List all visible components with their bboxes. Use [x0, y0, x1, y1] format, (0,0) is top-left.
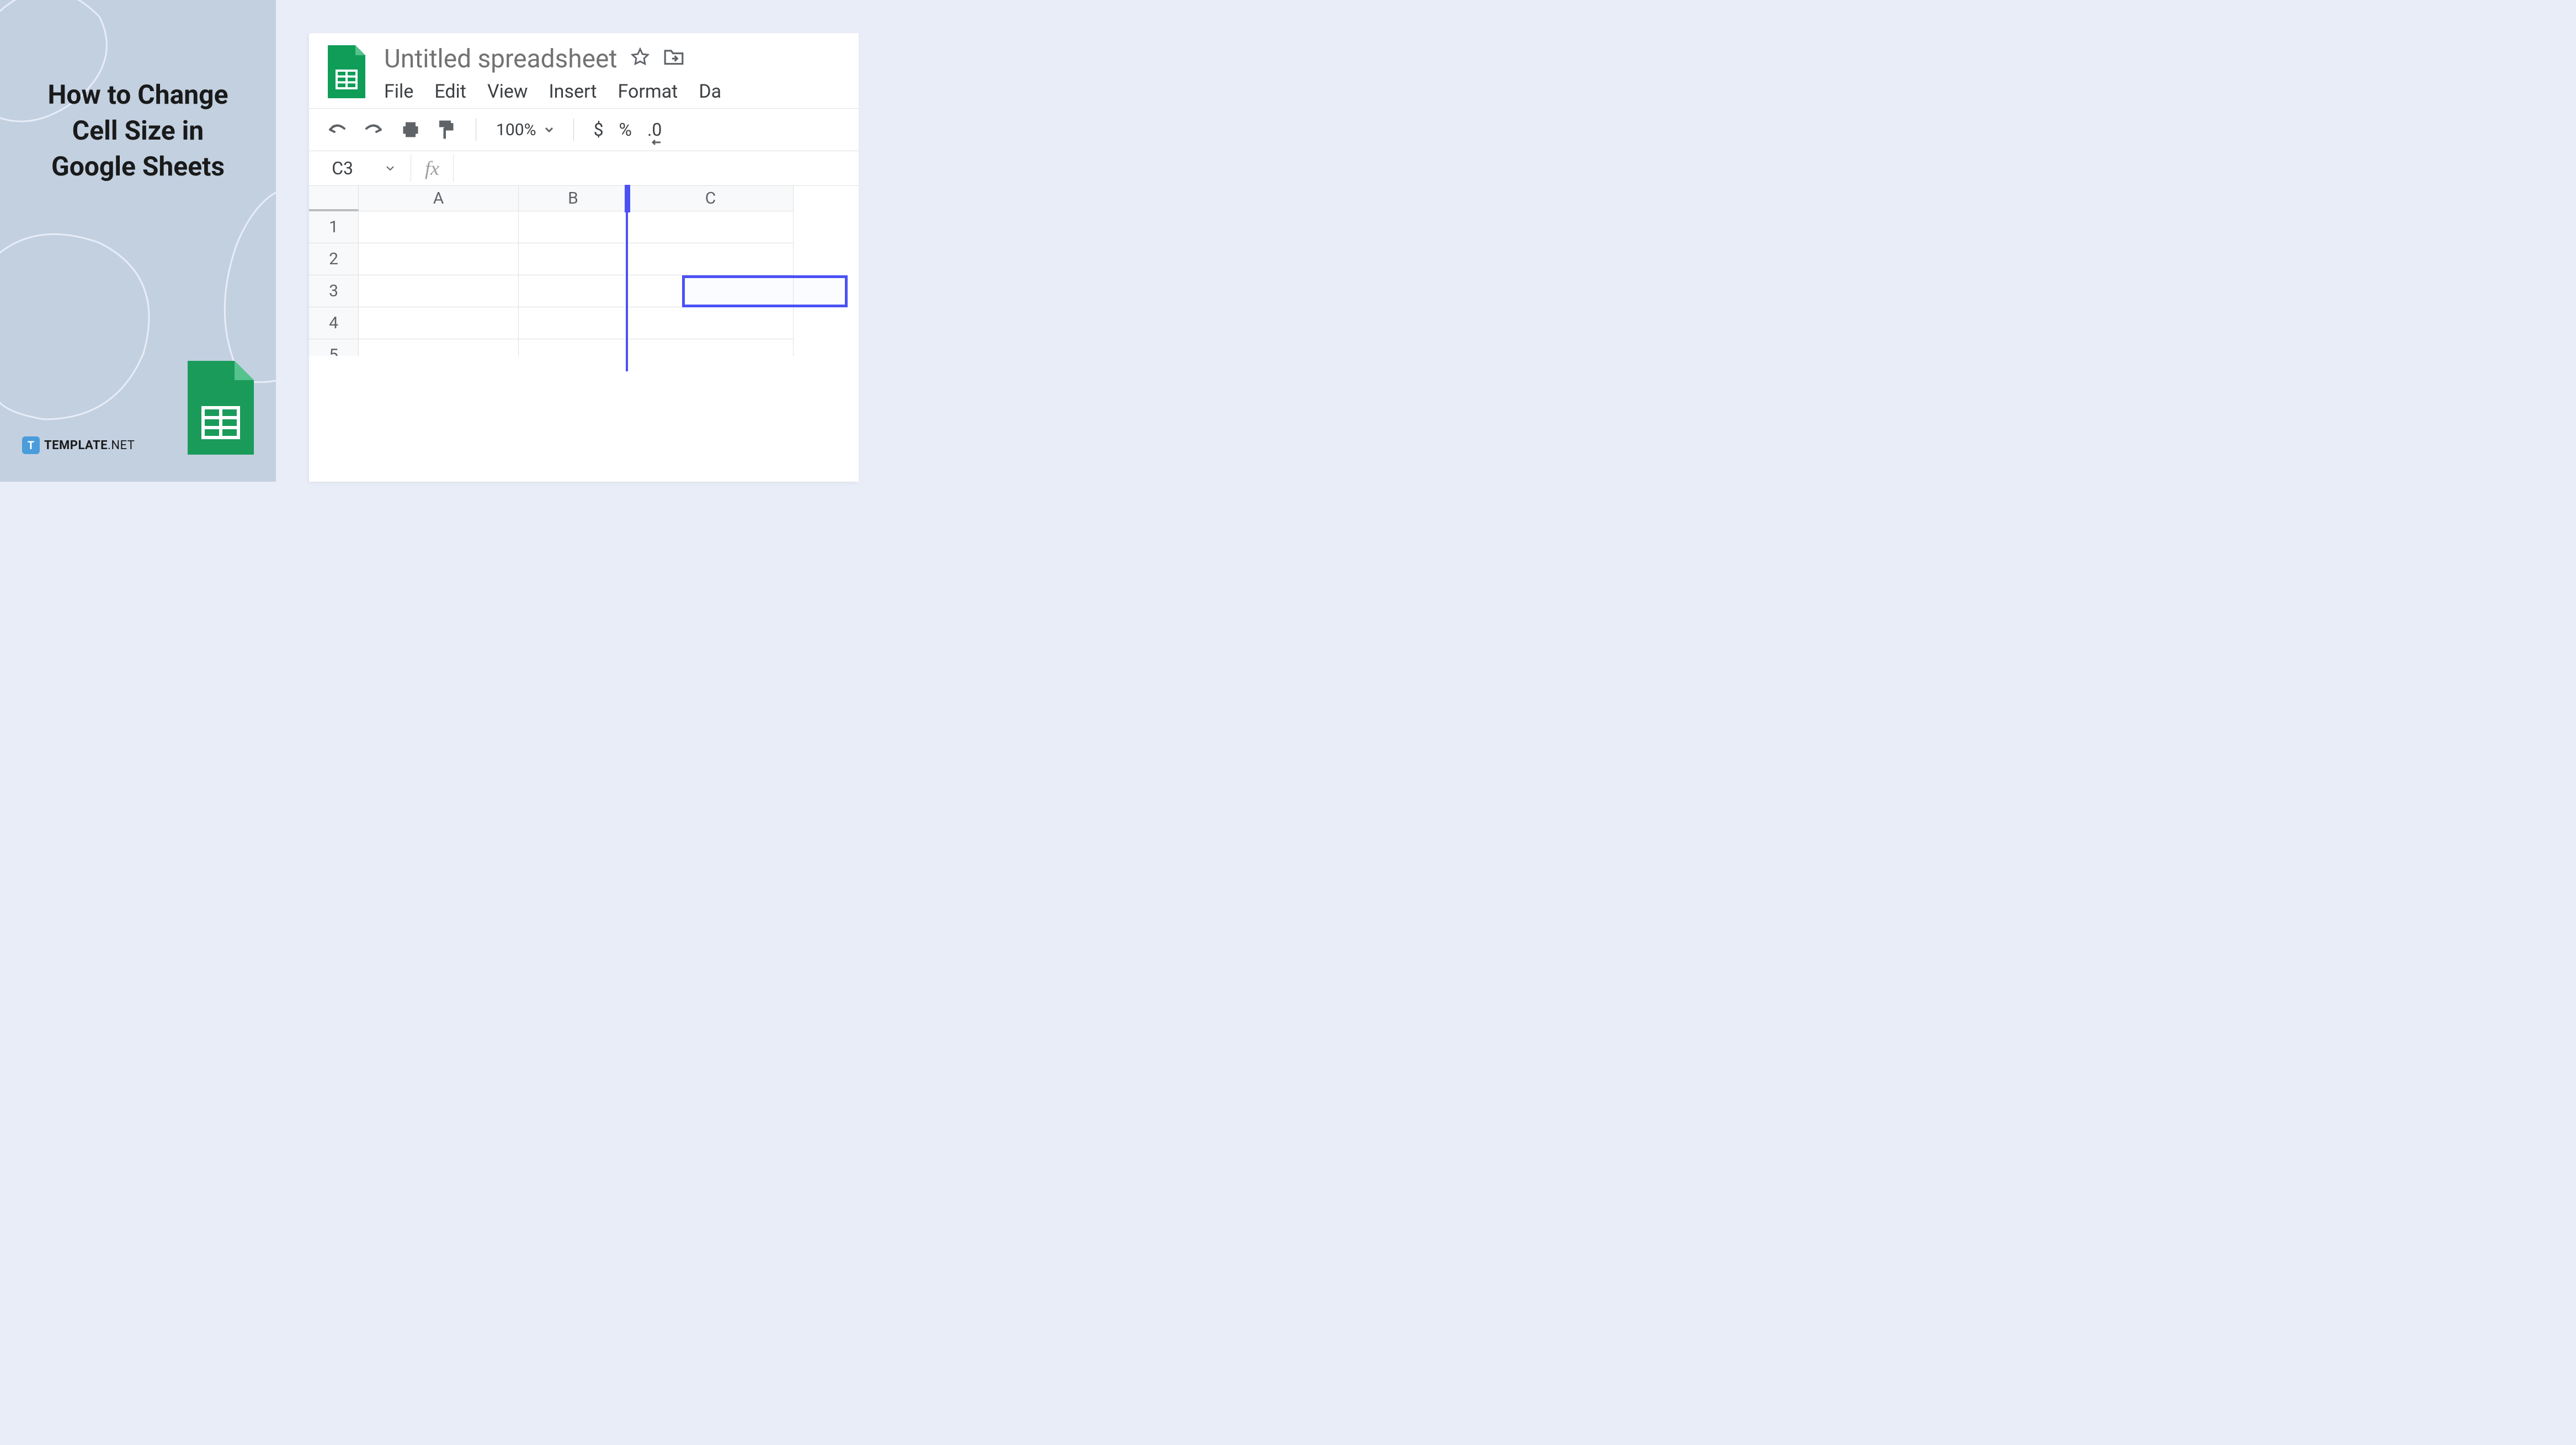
- divider: [453, 154, 454, 182]
- fx-label: fx: [411, 157, 453, 180]
- redo-icon[interactable]: [363, 123, 385, 136]
- name-box-dropdown-icon[interactable]: [359, 164, 411, 173]
- cell[interactable]: [359, 307, 519, 339]
- select-all-corner[interactable]: [309, 186, 359, 211]
- column-resize-handle[interactable]: [625, 185, 630, 212]
- formula-bar-row: C3 fx: [309, 151, 859, 186]
- cell[interactable]: [628, 211, 794, 243]
- decrease-decimal-button[interactable]: .0: [647, 119, 662, 140]
- left-info-panel: How to Change Cell Size in Google Sheets…: [0, 0, 276, 482]
- page-title: How to Change Cell Size in Google Sheets: [22, 77, 254, 184]
- cell[interactable]: [359, 243, 519, 275]
- undo-icon[interactable]: [326, 123, 348, 136]
- row-header-5[interactable]: 5: [309, 339, 359, 356]
- google-sheets-window: Untitled spreadsheet: [309, 33, 859, 482]
- active-cell-outline: [682, 275, 848, 307]
- menu-edit[interactable]: Edit: [434, 81, 466, 103]
- cell[interactable]: [359, 339, 519, 356]
- toolbar: 100% $ % .0: [309, 108, 859, 151]
- menu-bar: File Edit View Insert Format Da: [384, 81, 842, 103]
- cell[interactable]: [519, 211, 628, 243]
- right-screenshot-panel: Untitled spreadsheet: [276, 0, 859, 482]
- row-header-3[interactable]: 3: [309, 275, 359, 307]
- cell[interactable]: [519, 243, 628, 275]
- percent-format-button[interactable]: %: [619, 119, 632, 140]
- row-header-2[interactable]: 2: [309, 243, 359, 275]
- move-to-folder-icon[interactable]: [663, 47, 684, 71]
- spreadsheet-grid[interactable]: A B C 1 2: [309, 186, 859, 356]
- column-resize-guide: [626, 211, 628, 371]
- row-header-4[interactable]: 4: [309, 307, 359, 339]
- cell[interactable]: [519, 339, 628, 356]
- menu-format[interactable]: Format: [618, 81, 678, 103]
- star-icon[interactable]: [631, 47, 650, 71]
- toolbar-divider: [573, 119, 574, 141]
- cell[interactable]: [519, 275, 628, 307]
- cell[interactable]: [628, 243, 794, 275]
- cell[interactable]: [519, 307, 628, 339]
- menu-view[interactable]: View: [487, 81, 528, 103]
- brand-icon: T: [22, 436, 40, 454]
- paint-format-icon[interactable]: [436, 119, 456, 141]
- cell[interactable]: [359, 211, 519, 243]
- cell[interactable]: [628, 339, 794, 356]
- zoom-dropdown[interactable]: 100%: [496, 120, 553, 140]
- currency-format-button[interactable]: $: [594, 119, 604, 140]
- column-header-a[interactable]: A: [359, 186, 519, 211]
- cell[interactable]: [359, 275, 519, 307]
- column-header-c[interactable]: C: [628, 186, 794, 211]
- row-header-1[interactable]: 1: [309, 211, 359, 243]
- menu-file[interactable]: File: [384, 81, 413, 103]
- chevron-down-icon: [545, 127, 553, 132]
- decorative-blob-2: [0, 210, 166, 430]
- cell[interactable]: [628, 307, 794, 339]
- menu-data[interactable]: Da: [699, 81, 721, 103]
- document-title[interactable]: Untitled spreadsheet: [384, 44, 617, 74]
- menu-insert[interactable]: Insert: [549, 81, 597, 103]
- name-box[interactable]: C3: [309, 151, 359, 185]
- print-icon[interactable]: [401, 120, 421, 140]
- brand-text: TEMPLATE.NET: [44, 439, 135, 452]
- sheets-app-icon[interactable]: [326, 44, 368, 102]
- brand-logo: T TEMPLATE.NET: [22, 436, 135, 454]
- column-header-b[interactable]: B: [519, 186, 628, 211]
- sheets-logo-large: [182, 358, 259, 460]
